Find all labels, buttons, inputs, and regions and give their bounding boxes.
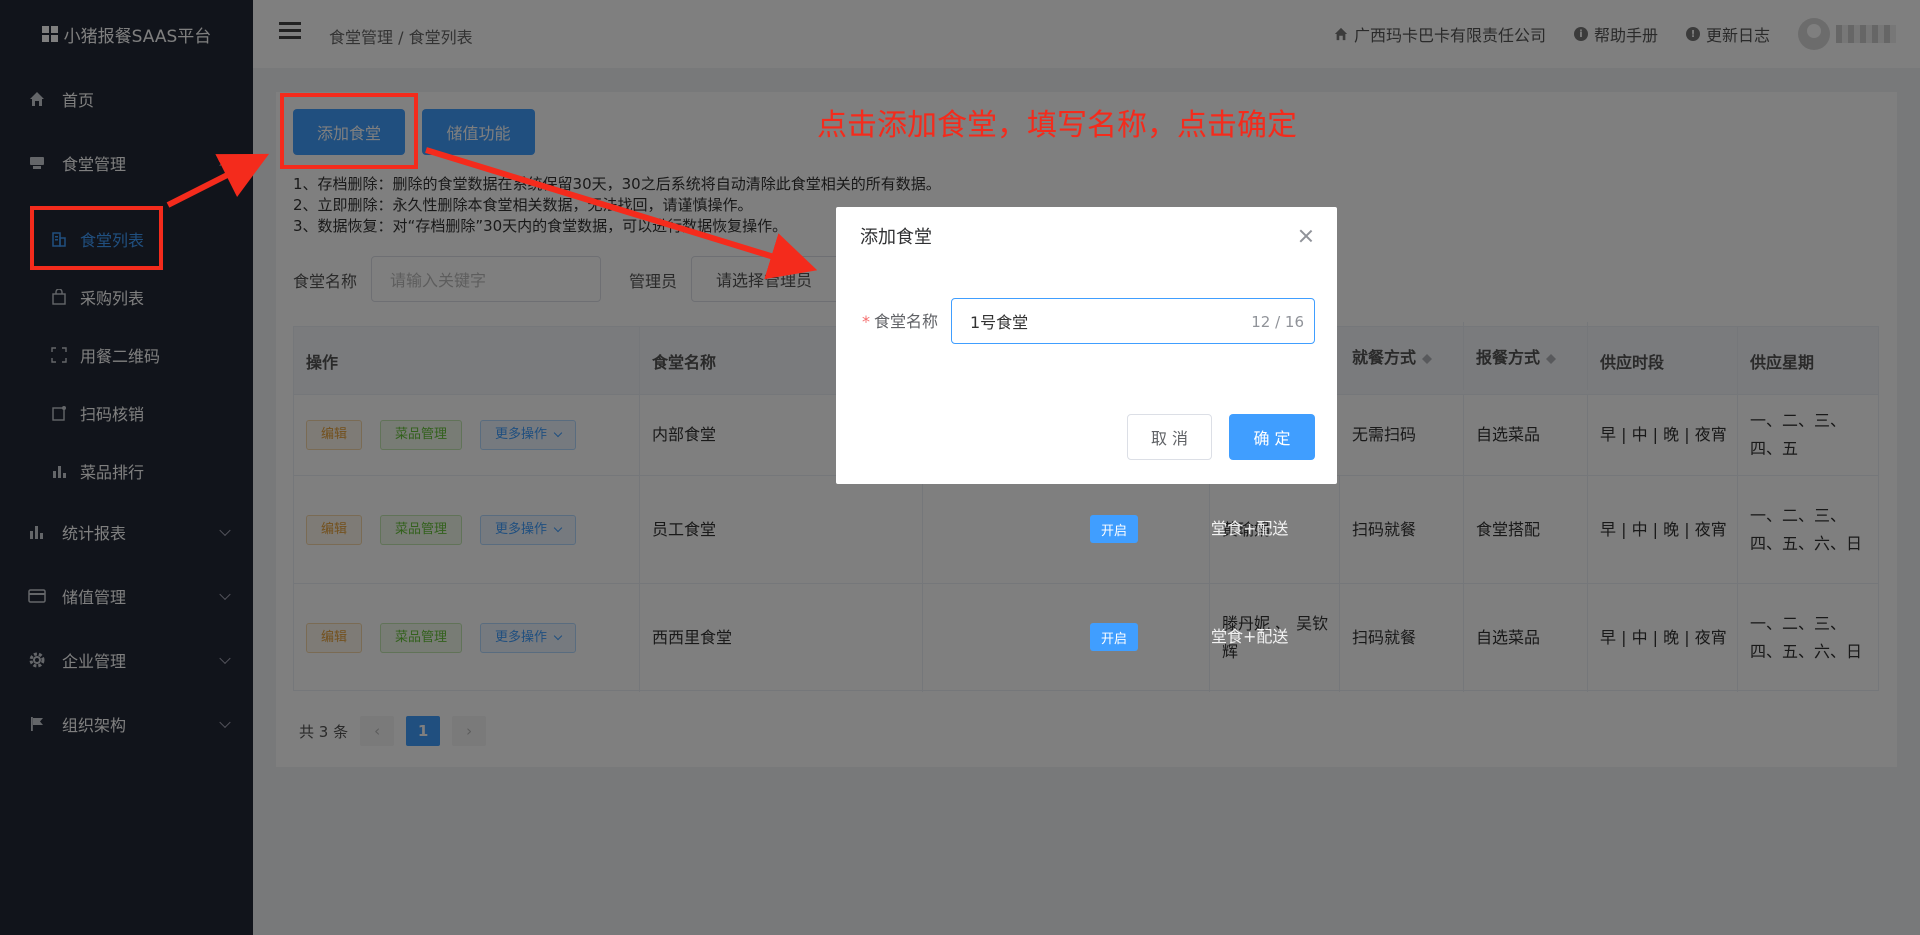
confirm-button[interactable]: 确 定 [1229, 414, 1315, 460]
status-badge: 开启 [1090, 515, 1138, 543]
required-asterisk: * [862, 312, 870, 331]
td-dining: 堂食+配送 [1211, 627, 1289, 646]
status-tag-wrapper: 开启 [1090, 623, 1138, 651]
td-dining: 堂食+配送 [1211, 519, 1289, 538]
canteen-name-input[interactable]: 1号食堂 12 / 16 [951, 298, 1315, 344]
char-counter: 12 / 16 [1251, 313, 1304, 331]
canteen-name-label-text: 食堂名称 [874, 312, 939, 331]
status-badge: 开启 [1090, 623, 1138, 651]
annotation-instruction: 点击添加食堂，填写名称，点击确定 [817, 108, 1297, 143]
canteen-name-label: * 食堂名称 [862, 308, 938, 332]
status-tag-wrapper: 开启 [1090, 515, 1138, 543]
annotation-highlight-box [30, 206, 163, 270]
add-canteen-dialog: 添加食堂 * 食堂名称 1号食堂 12 / 16 取 消 确 定 [836, 207, 1337, 484]
canteen-name-input-value: 1号食堂 [970, 313, 1029, 332]
cancel-button[interactable]: 取 消 [1127, 414, 1212, 460]
annotation-highlight-box [280, 93, 418, 169]
dialog-title: 添加食堂 [860, 227, 932, 248]
close-icon[interactable] [1299, 229, 1313, 243]
